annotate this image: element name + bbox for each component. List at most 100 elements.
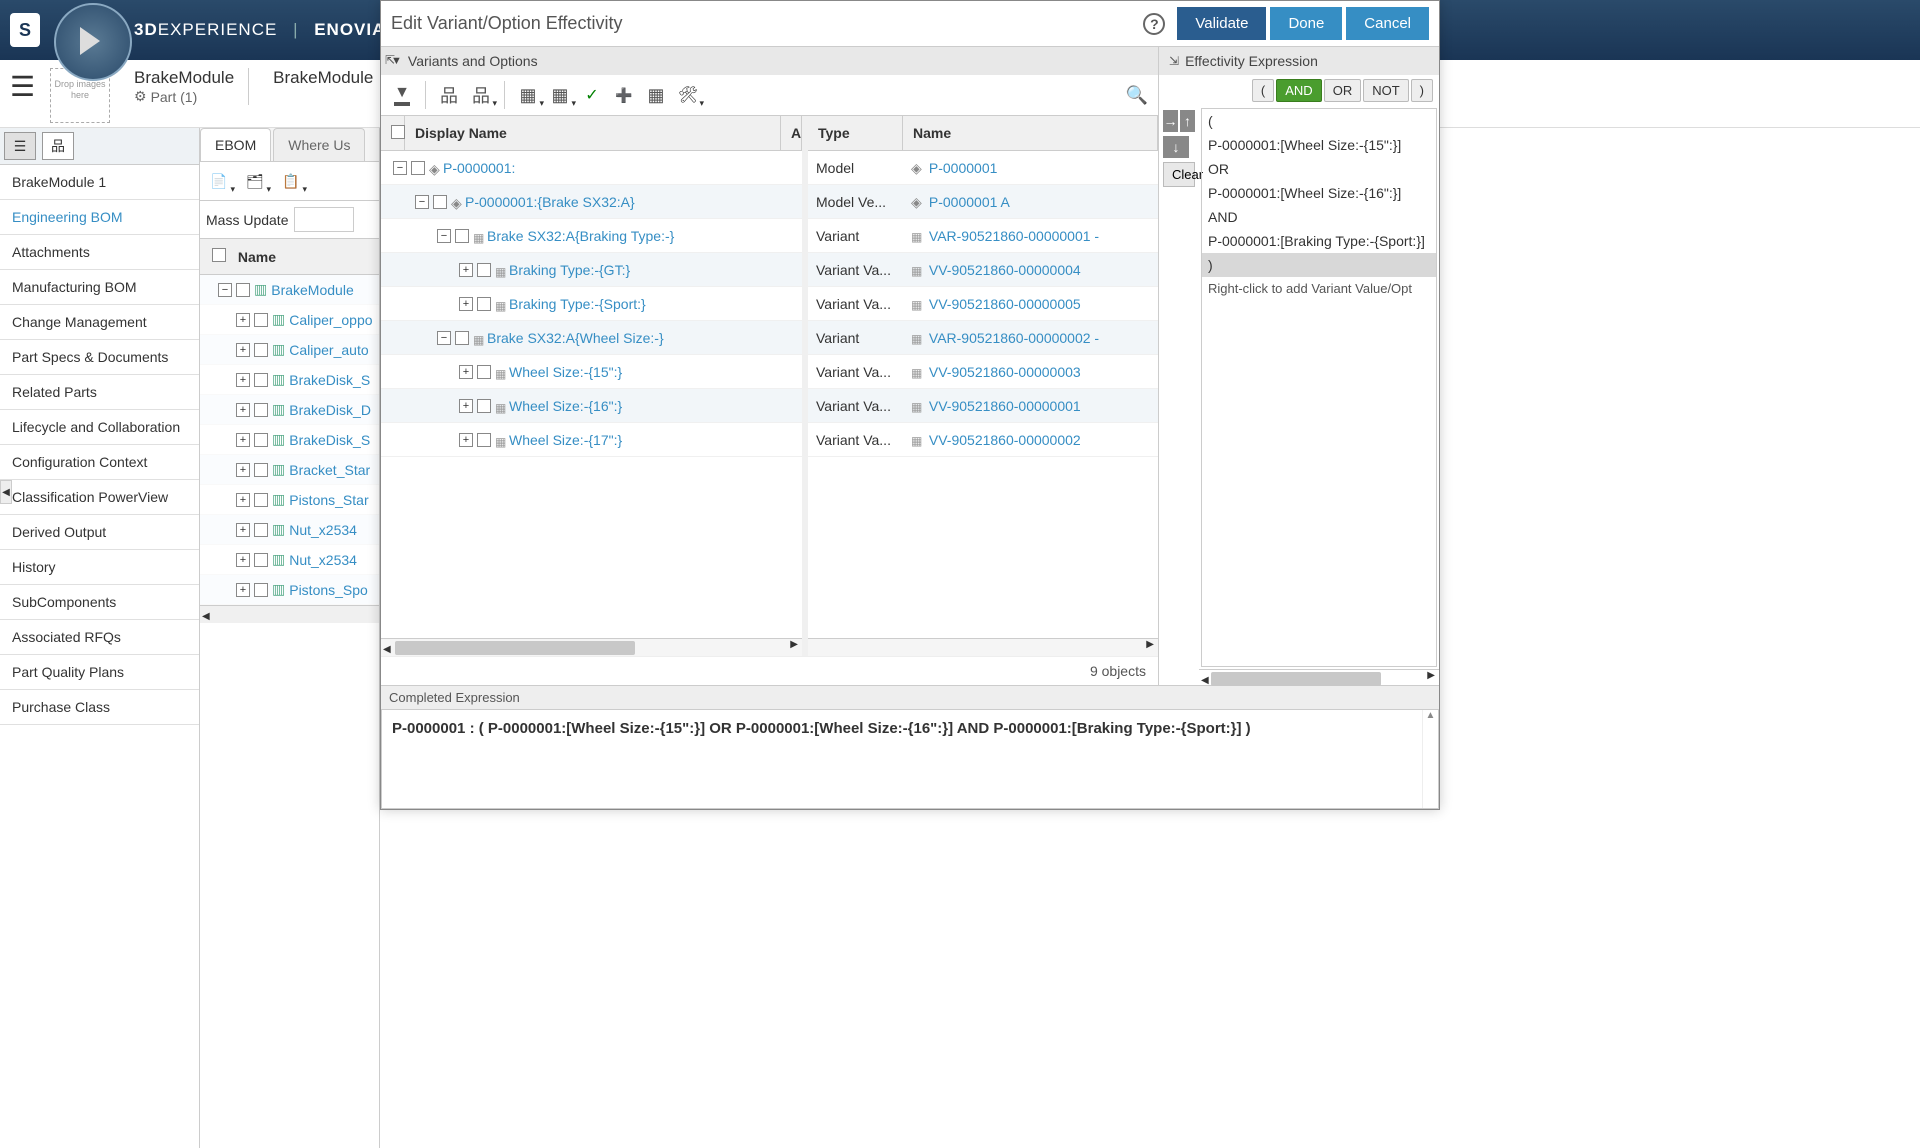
tool-3[interactable]: 📋▾ (278, 168, 304, 194)
variant-display-link[interactable]: Braking Type:-{GT:} (509, 262, 630, 278)
variant-name-link[interactable]: VV-90521860-00000001 (929, 398, 1081, 414)
hierarchy-icon[interactable] (436, 82, 462, 108)
move-down-icon[interactable]: ↓ (1163, 136, 1189, 158)
nav-configuration-context[interactable]: Configuration Context (0, 445, 199, 480)
col-name[interactable]: Name (903, 116, 1158, 150)
thumbnail-icon[interactable]: ▾ (547, 82, 573, 108)
expand-icon[interactable] (236, 313, 250, 327)
expand-icon[interactable] (236, 523, 250, 537)
row-checkbox[interactable] (254, 583, 268, 597)
nav-classification-powerview[interactable]: Classification PowerView (0, 480, 199, 515)
variant-name-link[interactable]: VV-90521860-00000003 (929, 364, 1081, 380)
bom-row[interactable]: ▥Nut_x2534 (200, 515, 379, 545)
hierarchy-settings-icon[interactable]: ▾ (468, 82, 494, 108)
op-lparen[interactable]: ( (1252, 79, 1274, 102)
table-view-icon[interactable]: ▾ (515, 82, 541, 108)
completed-vscroll[interactable]: ▲ (1422, 710, 1438, 808)
bom-row[interactable]: ▥BrakeDisk_D (200, 395, 379, 425)
bom-row[interactable]: ▥Caliper_oppo (200, 305, 379, 335)
row-checkbox[interactable] (455, 331, 469, 345)
row-checkbox[interactable] (477, 297, 491, 311)
nav-part-specs-documents[interactable]: Part Specs & Documents (0, 340, 199, 375)
nav-manufacturing-bom[interactable]: Manufacturing BOM (0, 270, 199, 305)
variant-row[interactable]: P-0000001:{Brake SX32:A} (381, 185, 802, 219)
row-checkbox[interactable] (477, 365, 491, 379)
validate-button[interactable]: Validate (1177, 7, 1266, 40)
dock-out-icon[interactable]: ⇱ (385, 53, 395, 67)
add-row-icon[interactable] (611, 82, 637, 108)
variants-right-hscroll[interactable]: ▶ (808, 638, 1158, 656)
bom-row[interactable]: ▥BrakeDisk_S (200, 425, 379, 455)
expand-icon[interactable] (459, 433, 473, 447)
variant-display-link[interactable]: P-0000001: (443, 160, 515, 176)
row-checkbox[interactable] (254, 493, 268, 507)
nav-associated-rfqs[interactable]: Associated RFQs (0, 620, 199, 655)
bom-link[interactable]: Nut_x2534 (289, 552, 357, 568)
eff-line[interactable]: OR (1202, 157, 1436, 181)
variant-row[interactable]: Wheel Size:-{16":} (381, 389, 802, 423)
variant-name-link[interactable]: VAR-90521860-00000001 - (929, 228, 1099, 244)
row-checkbox[interactable] (254, 553, 268, 567)
nav-history[interactable]: History (0, 550, 199, 585)
expand-icon[interactable] (236, 343, 250, 357)
variant-row[interactable]: Wheel Size:-{15":} (381, 355, 802, 389)
row-checkbox[interactable] (477, 433, 491, 447)
row-checkbox[interactable] (254, 433, 268, 447)
bom-row[interactable]: ▥Pistons_Star (200, 485, 379, 515)
view-tree-icon[interactable]: 品 (42, 132, 74, 160)
cancel-button[interactable]: Cancel (1346, 7, 1429, 40)
bom-link[interactable]: Caliper_oppo (289, 312, 372, 328)
variant-row[interactable]: P-0000001: (381, 151, 802, 185)
variant-display-link[interactable]: Brake SX32:A{Braking Type:-} (487, 228, 674, 244)
col-a[interactable]: A (781, 116, 802, 150)
nav-subcomponents[interactable]: SubComponents (0, 585, 199, 620)
expand-icon[interactable] (459, 399, 473, 413)
op-and[interactable]: AND (1276, 79, 1321, 102)
expand-icon[interactable] (437, 229, 451, 243)
mass-update-input[interactable] (294, 207, 354, 232)
expand-icon[interactable] (236, 433, 250, 447)
select-all-checkbox[interactable] (391, 125, 405, 139)
menu-icon[interactable]: ☰ (10, 70, 35, 103)
eff-line[interactable]: P-0000001:[Wheel Size:-{15":}] (1202, 133, 1436, 157)
expand-icon[interactable] (437, 331, 451, 345)
bom-link[interactable]: Bracket_Star (289, 462, 370, 478)
eff-line[interactable]: P-0000001:[Wheel Size:-{16":}] (1202, 181, 1436, 205)
variant-display-link[interactable]: P-0000001:{Brake SX32:A} (465, 194, 635, 210)
col-display-name[interactable]: Display Name (405, 116, 781, 150)
row-checkbox[interactable] (254, 313, 268, 327)
nav-part-quality-plans[interactable]: Part Quality Plans (0, 655, 199, 690)
expand-icon[interactable] (236, 403, 250, 417)
expand-icon[interactable] (415, 195, 429, 209)
expand-icon[interactable] (236, 463, 250, 477)
tool-1[interactable]: 📄▾ (206, 168, 232, 194)
col-type[interactable]: Type (808, 116, 903, 150)
variant-name-link[interactable]: VV-90521860-00000002 (929, 432, 1081, 448)
variant-display-link[interactable]: Brake SX32:A{Wheel Size:-} (487, 330, 664, 346)
nav-change-management[interactable]: Change Management (0, 305, 199, 340)
bom-row[interactable]: ▥BrakeModule (200, 275, 379, 305)
expand-icon[interactable] (459, 263, 473, 277)
bom-link[interactable]: Pistons_Star (289, 492, 368, 508)
find-icon[interactable] (1124, 82, 1150, 108)
nav-purchase-class[interactable]: Purchase Class (0, 690, 199, 725)
expand-icon[interactable] (393, 161, 407, 175)
variant-display-link[interactable]: Wheel Size:-{16":} (509, 398, 622, 414)
row-checkbox[interactable] (477, 399, 491, 413)
nav-derived-output[interactable]: Derived Output (0, 515, 199, 550)
op-not[interactable]: NOT (1363, 79, 1408, 102)
op-rparen[interactable]: ) (1411, 79, 1433, 102)
bom-row[interactable]: ▥Pistons_Spo (200, 575, 379, 605)
row-checkbox[interactable] (254, 523, 268, 537)
compass-widget[interactable] (54, 3, 134, 83)
row-checkbox[interactable] (455, 229, 469, 243)
expand-icon[interactable] (218, 283, 232, 297)
eff-line[interactable]: ) (1202, 253, 1436, 277)
row-checkbox[interactable] (236, 283, 250, 297)
bom-link[interactable]: BrakeDisk_S (289, 432, 370, 448)
bom-link[interactable]: BrakeDisk_D (289, 402, 371, 418)
variant-row[interactable]: Brake SX32:A{Braking Type:-} (381, 219, 802, 253)
dock-in-icon[interactable]: ⇲ (1169, 54, 1179, 68)
move-right-icon[interactable]: → (1163, 110, 1178, 132)
eff-line[interactable]: P-0000001:[Braking Type:-{Sport:}] (1202, 229, 1436, 253)
